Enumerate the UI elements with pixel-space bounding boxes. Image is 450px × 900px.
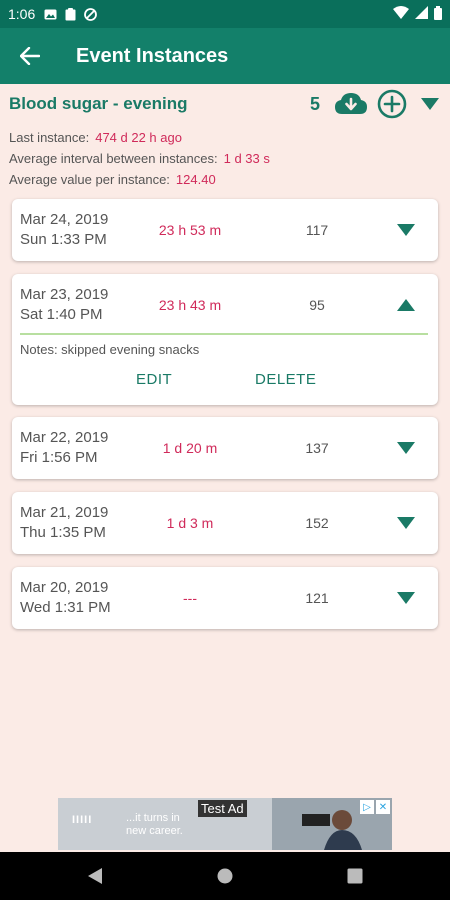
collapse-button[interactable] <box>392 293 420 317</box>
instance-value: 121 <box>305 590 329 606</box>
instance-card[interactable]: Mar 24, 2019 Sun 1:33 PM 23 h 53 m 117 <box>12 199 438 261</box>
instance-time: Sun 1:33 PM <box>20 231 107 248</box>
instance-interval: 1 d 3 m <box>166 515 214 531</box>
expand-button[interactable] <box>392 436 420 460</box>
battery-icon <box>434 5 442 23</box>
event-stats: Last instance: 474 d 22 h ago Average int… <box>9 127 270 190</box>
event-name: Blood sugar - evening <box>9 94 188 113</box>
back-button[interactable] <box>0 28 60 84</box>
stat-average-value-value: 124.40 <box>175 172 216 187</box>
cloud-download-icon <box>335 93 367 114</box>
status-bar: 1:06 <box>0 0 450 28</box>
instance-date: Mar 21, 2019 <box>20 504 109 521</box>
cell-signal-icon <box>415 6 428 22</box>
ad-text: ...it turns in new career. <box>126 812 183 837</box>
instance-time: Wed 1:31 PM <box>20 599 111 616</box>
stat-average-interval-value: 1 d 33 s <box>223 151 270 166</box>
stat-last-instance-value: 474 d 22 h ago <box>95 130 182 145</box>
collapse-all-button[interactable] <box>418 90 442 118</box>
ad-choices-icon[interactable]: ▷ <box>360 800 374 814</box>
plus-circle-icon <box>377 89 407 119</box>
nav-home-button[interactable] <box>205 856 245 896</box>
triangle-down-icon <box>397 442 415 454</box>
divider <box>20 333 428 335</box>
block-notification-icon <box>83 7 97 21</box>
instance-date: Mar 20, 2019 <box>20 579 109 596</box>
triangle-down-icon <box>397 224 415 236</box>
status-time: 1:06 <box>8 6 36 22</box>
nav-back-button[interactable] <box>75 856 115 896</box>
clipboard-notification-icon <box>63 7 77 21</box>
download-button[interactable] <box>333 90 369 118</box>
nav-home-icon <box>217 868 233 884</box>
instance-time: Fri 1:56 PM <box>20 449 98 466</box>
triangle-up-icon <box>397 299 415 311</box>
expand-button[interactable] <box>392 586 420 610</box>
nav-back-icon <box>88 868 102 884</box>
nav-recents-button[interactable] <box>335 856 375 896</box>
instance-card[interactable]: Mar 20, 2019 Wed 1:31 PM --- 121 <box>12 567 438 629</box>
triangle-down-icon <box>421 98 439 110</box>
instance-card-expanded[interactable]: Mar 23, 2019 Sat 1:40 PM 23 h 43 m 95 No… <box>12 274 438 405</box>
gallery-notification-icon <box>43 7 57 21</box>
instance-card[interactable]: Mar 22, 2019 Fri 1:56 PM 1 d 20 m 137 <box>12 417 438 479</box>
instance-interval: --- <box>183 590 197 606</box>
instance-date: Mar 23, 2019 <box>20 286 109 303</box>
stat-average-interval: Average interval between instances: 1 d 3… <box>9 151 270 166</box>
system-nav-bar <box>0 852 450 900</box>
instance-value: 117 <box>305 222 329 238</box>
close-icon[interactable]: ✕ <box>376 800 390 814</box>
instance-value: 137 <box>305 440 329 456</box>
ad-banner[interactable]: IIIII ...it turns in new career. Test Ad… <box>58 798 392 850</box>
edit-button[interactable]: EDIT <box>136 371 172 388</box>
instance-count: 5 <box>310 94 321 114</box>
stat-average-value: Average value per instance: 124.40 <box>9 172 216 187</box>
arrow-left-icon <box>20 47 40 65</box>
instance-value: 95 <box>309 297 325 313</box>
instance-value: 152 <box>305 515 329 531</box>
instance-time: Sat 1:40 PM <box>20 306 103 323</box>
triangle-down-icon <box>397 592 415 604</box>
ad-logo: IIIII <box>72 814 93 826</box>
event-header: Blood sugar - evening 5 <box>0 84 450 124</box>
instance-notes: Notes: skipped evening snacks <box>20 342 200 357</box>
delete-button[interactable]: DELETE <box>255 371 316 388</box>
instance-interval: 23 h 43 m <box>158 297 222 313</box>
add-instance-button[interactable] <box>376 89 408 119</box>
instance-time: Thu 1:35 PM <box>20 524 106 541</box>
nav-recents-icon <box>347 868 363 884</box>
app-bar: Event Instances <box>0 28 450 84</box>
triangle-down-icon <box>397 517 415 529</box>
expand-button[interactable] <box>392 218 420 242</box>
instance-date: Mar 24, 2019 <box>20 211 109 228</box>
instance-interval: 1 d 20 m <box>162 440 218 456</box>
stat-last-instance: Last instance: 474 d 22 h ago <box>9 130 182 145</box>
instance-card[interactable]: Mar 21, 2019 Thu 1:35 PM 1 d 3 m 152 <box>12 492 438 554</box>
page-title: Event Instances <box>76 44 229 67</box>
instance-date: Mar 22, 2019 <box>20 429 109 446</box>
ad-label: Test Ad <box>198 800 247 817</box>
instance-interval: 23 h 53 m <box>158 222 222 238</box>
expand-button[interactable] <box>392 511 420 535</box>
wifi-icon <box>393 6 409 22</box>
